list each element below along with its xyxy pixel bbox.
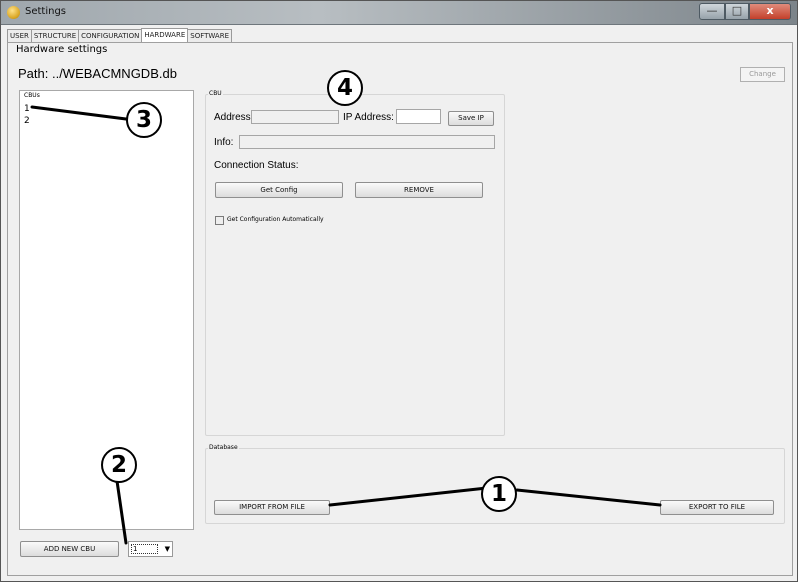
annotation-marker-2: 2 [101,447,137,483]
callout-line-1-export [515,488,662,507]
callout-line-3 [30,105,128,121]
annotation-callout-lines [30,105,662,545]
annotation-marker-4: 4 [327,70,363,106]
annotation-marker-1: 1 [481,476,517,512]
annotation-marker-3: 3 [126,102,162,138]
callout-line-1-import [328,485,498,507]
callout-line-2 [115,479,128,545]
